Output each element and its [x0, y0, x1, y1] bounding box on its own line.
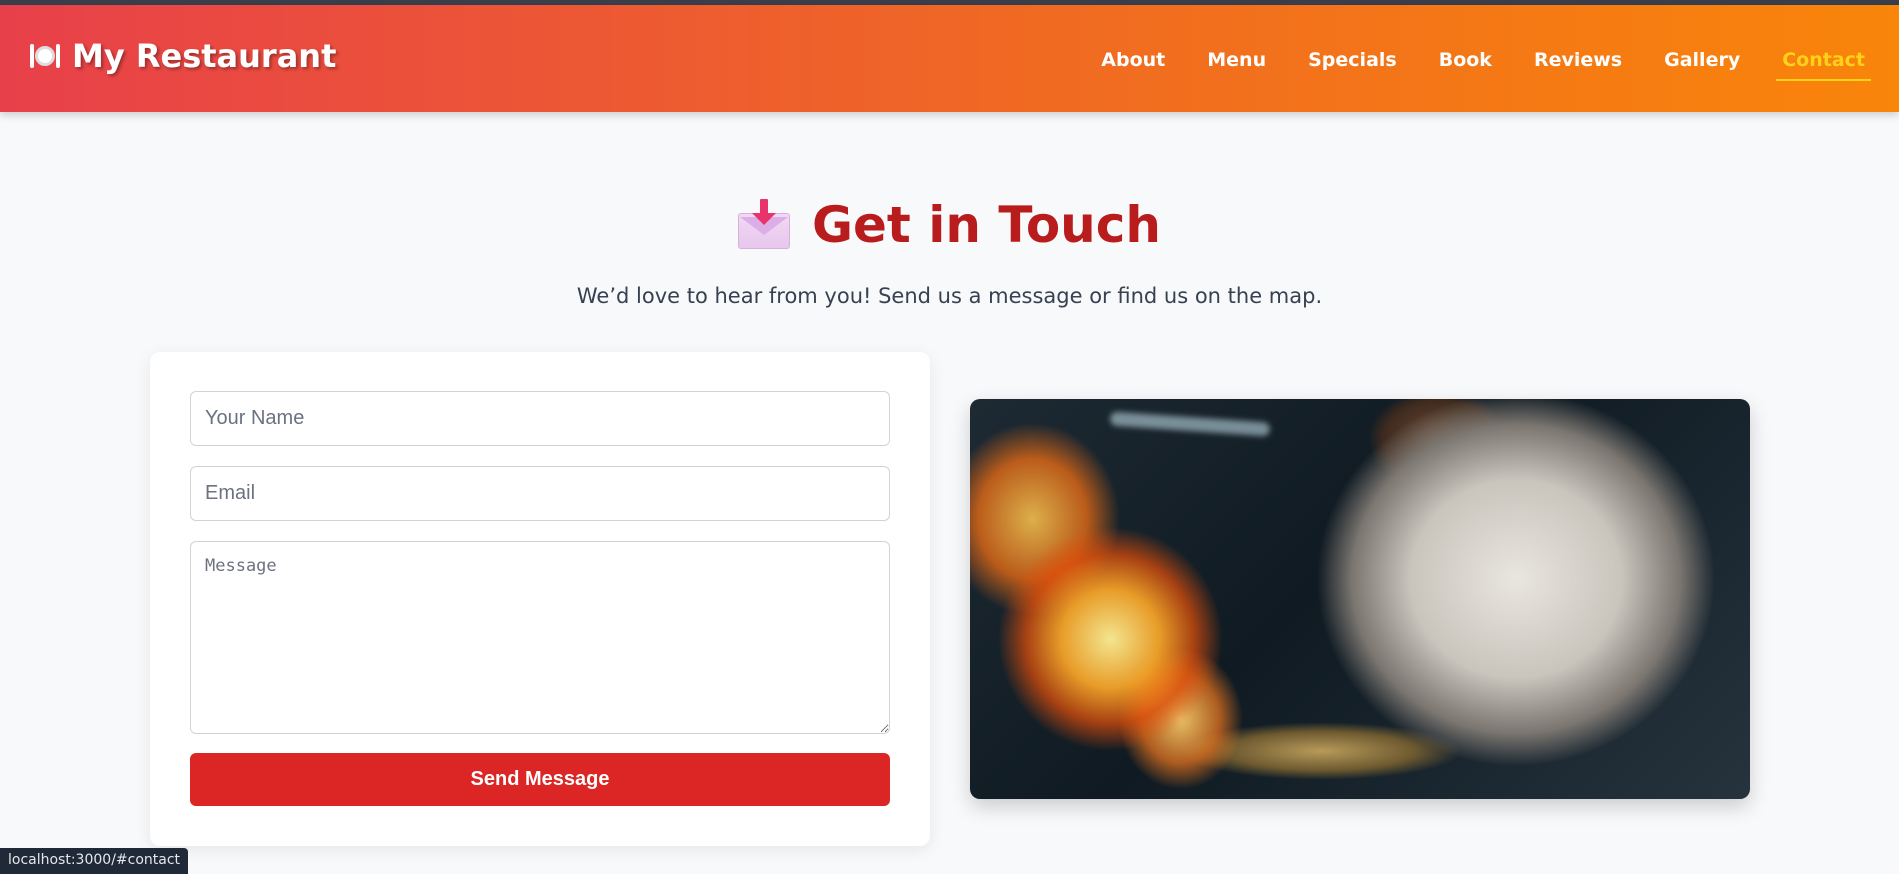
nav-link-reviews[interactable]: Reviews — [1528, 45, 1628, 81]
chef-cooking-photo — [970, 399, 1750, 799]
brand-name: My Restaurant — [72, 37, 337, 75]
brand-logo[interactable]: My Restaurant — [30, 37, 336, 75]
page-title: Get in Touch — [811, 196, 1162, 254]
nav-link-gallery[interactable]: Gallery — [1658, 45, 1746, 81]
contact-subtitle: We’d love to hear from you! Send us a me… — [576, 284, 1323, 308]
nav-link-contact[interactable]: Contact — [1776, 45, 1871, 81]
nav-link-menu[interactable]: Menu — [1201, 45, 1272, 81]
incoming-envelope-icon — [737, 199, 790, 251]
kitchen-light-shine — [1109, 411, 1271, 437]
fork-knife-plate-icon — [30, 41, 60, 71]
name-input[interactable] — [190, 391, 890, 446]
contact-form: Send Message — [150, 352, 930, 846]
status-bar-url: localhost:3000/#contact — [0, 848, 189, 874]
main-nav: About Menu Specials Book Reviews Gallery… — [1065, 45, 1871, 81]
nav-link-about[interactable]: About — [1095, 45, 1171, 81]
site-header: My Restaurant About Menu Specials Book R… — [0, 5, 1899, 112]
email-input[interactable] — [190, 466, 890, 521]
contact-heading: Get in Touch — [0, 196, 1899, 254]
message-textarea[interactable] — [190, 541, 890, 734]
nav-link-specials[interactable]: Specials — [1302, 45, 1403, 81]
send-message-button[interactable]: Send Message — [190, 753, 890, 806]
nav-link-book[interactable]: Book — [1433, 45, 1498, 81]
